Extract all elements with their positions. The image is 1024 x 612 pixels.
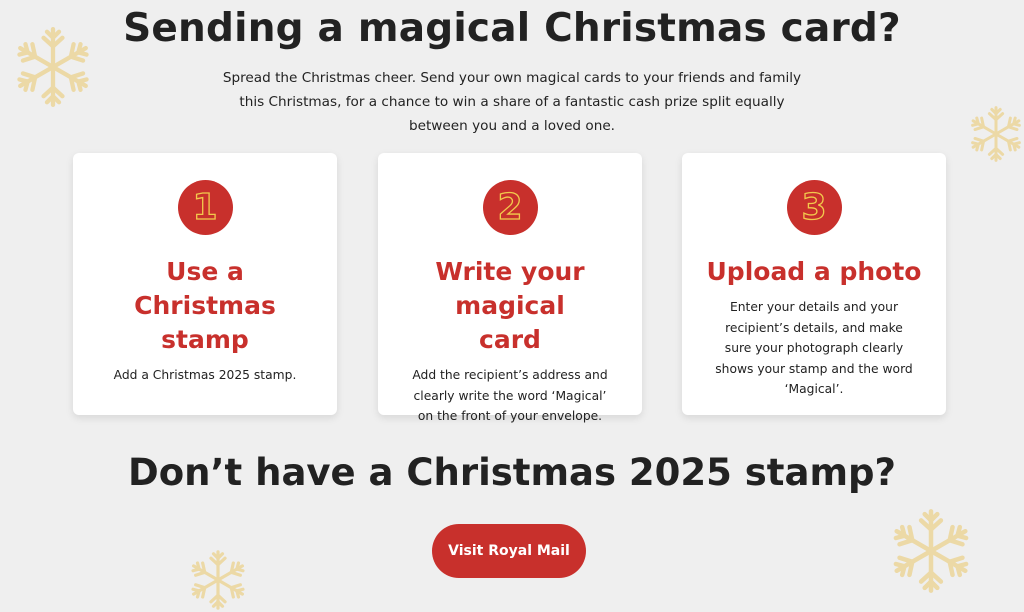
snowflake-icon — [968, 106, 1024, 162]
snowflake-icon — [886, 506, 976, 596]
step-number-badge: 1 — [177, 180, 233, 235]
step-description: Add a Christmas 2025 stamp. — [113, 368, 297, 382]
step-card-3: 3 Upload a photo Enter your details and … — [682, 153, 946, 415]
step-card-2: 2 Write your magical card Add the recipi… — [378, 153, 642, 423]
snowflake-icon — [188, 550, 248, 610]
step-title: Use a Christmas stamp — [134, 257, 276, 354]
step-number-badge: 3 — [786, 180, 842, 235]
step-description: Enter your details and your recipient’s … — [715, 300, 913, 396]
step-number: 2 — [497, 186, 523, 228]
visit-royal-mail-button[interactable]: Visit Royal Mail — [432, 524, 586, 578]
step-title: Upload a photo — [706, 257, 922, 286]
step-description: Add the recipient’s address and clearly … — [412, 368, 608, 423]
stamp-question-heading: Don’t have a Christmas 2025 stamp? — [128, 451, 896, 494]
step-title: Write your magical card — [435, 257, 585, 354]
intro-text: Spread the Christmas cheer. Send your ow… — [222, 70, 802, 134]
step-number: 1 — [192, 186, 218, 228]
step-number-badge: 2 — [482, 180, 538, 235]
step-number: 3 — [801, 186, 827, 228]
step-card-1: 1 Use a Christmas stamp Add a Christmas … — [73, 153, 337, 415]
page-title: Sending a magical Christmas card? — [123, 6, 901, 51]
